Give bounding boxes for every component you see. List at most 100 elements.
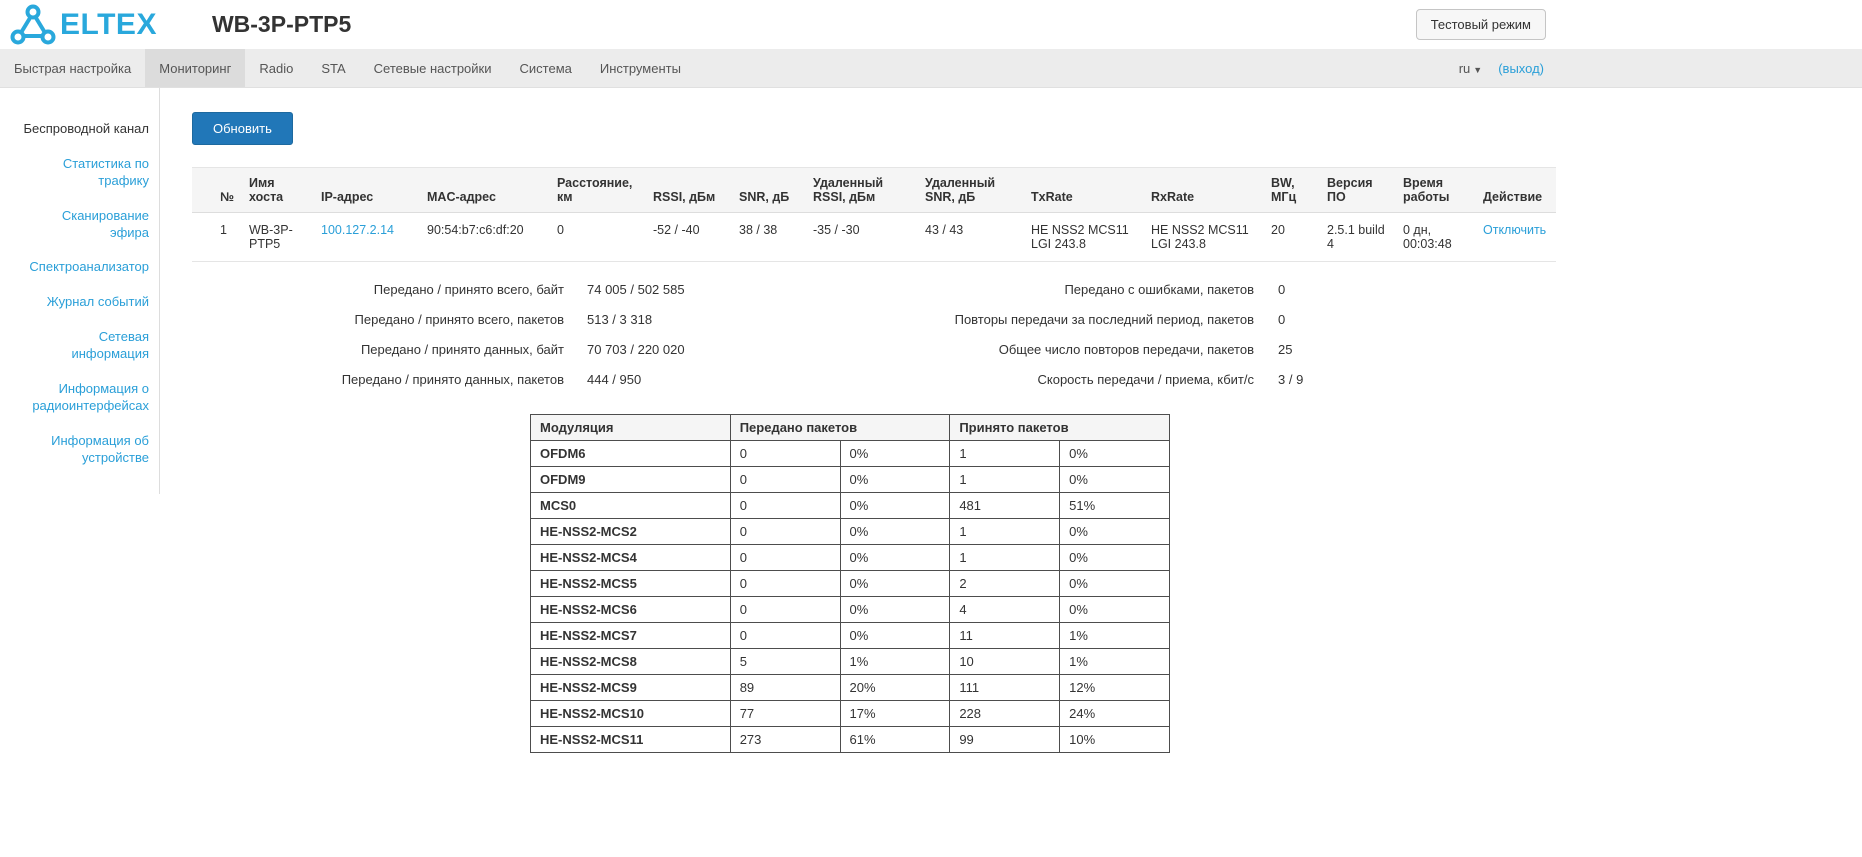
mod-tx: 0 xyxy=(730,571,840,597)
table-row: HE-NSS2-MCS11 273 61% 99 10% xyxy=(531,727,1170,753)
eltex-logo: ELTEX xyxy=(10,4,157,46)
mod-rx: 99 xyxy=(950,727,1060,753)
mod-tx-pct: 17% xyxy=(840,701,950,727)
col-header-remote-snr: Удаленный SNR, дБ xyxy=(918,168,1024,213)
mod-tx-pct: 61% xyxy=(840,727,950,753)
nav-item-monitoring[interactable]: Мониторинг xyxy=(145,49,245,87)
sidebar-item-device-info[interactable]: Информация об устройстве xyxy=(0,424,159,476)
stat-value: 444 / 950 xyxy=(564,372,850,387)
col-header-snr: SNR, дБ xyxy=(732,168,806,213)
nav-item-radio[interactable]: Radio xyxy=(245,49,307,87)
mod-tx-pct: 0% xyxy=(840,597,950,623)
stat-value: 74 005 / 502 585 xyxy=(564,282,850,297)
language-selector[interactable]: ru▼ xyxy=(1459,61,1482,76)
mod-tx: 0 xyxy=(730,467,840,493)
sidebar-item-spectrum-analyzer[interactable]: Спектроанализатор xyxy=(0,250,159,285)
mod-rx-pct: 10% xyxy=(1060,727,1170,753)
mod-rx: 2 xyxy=(950,571,1060,597)
col-header-uptime: Время работы xyxy=(1396,168,1476,213)
mod-rx: 4 xyxy=(950,597,1060,623)
table-row: HE-NSS2-MCS7 0 0% 11 1% xyxy=(531,623,1170,649)
stat-total-packets: Передано / принято всего, пакетов 513 / … xyxy=(192,312,850,327)
mod-tx-pct: 0% xyxy=(840,545,950,571)
logo-text: ELTEX xyxy=(60,8,157,42)
col-header-rxrate: RxRate xyxy=(1144,168,1264,213)
mod-rx-pct: 24% xyxy=(1060,701,1170,727)
stat-value: 0 xyxy=(1254,312,1508,327)
stat-label: Скорость передачи / приема, кбит/с xyxy=(850,372,1254,387)
mod-tx-pct: 20% xyxy=(840,675,950,701)
mod-tx: 89 xyxy=(730,675,840,701)
table-row: OFDM6 0 0% 1 0% xyxy=(531,441,1170,467)
cell-action: Отключить xyxy=(1476,213,1556,262)
col-header-distance: Расстояние, км xyxy=(550,168,646,213)
link-table-row: 1 WB-3P-PTP5 100.127.2.14 90:54:b7:c6:df… xyxy=(192,213,1556,262)
traffic-stats-right: Передано с ошибками, пакетов 0 Повторы п… xyxy=(850,282,1508,402)
mod-tx: 0 xyxy=(730,623,840,649)
modulation-table-body: OFDM6 0 0% 1 0% OFDM9 0 0% 1 0% MCS0 0 0… xyxy=(531,441,1170,753)
col-header-hostname: Имя хоста xyxy=(242,168,314,213)
mod-tx-pct: 0% xyxy=(840,493,950,519)
mod-col-header-tx: Передано пакетов xyxy=(730,415,950,441)
mod-name: HE-NSS2-MCS8 xyxy=(531,649,731,675)
header: ELTEX WB-3P-PTP5 Тестовый режим xyxy=(0,0,1862,49)
eltex-logo-icon xyxy=(10,4,56,46)
col-header-num: № xyxy=(192,168,242,213)
mod-tx: 77 xyxy=(730,701,840,727)
mod-name: HE-NSS2-MCS11 xyxy=(531,727,731,753)
content-area: Беспроводной канал Статистика по трафику… xyxy=(0,88,1556,793)
mod-rx: 1 xyxy=(950,545,1060,571)
sidebar-item-network-info[interactable]: Сетевая информация xyxy=(0,320,159,372)
mod-tx: 0 xyxy=(730,519,840,545)
table-row: MCS0 0 0% 481 51% xyxy=(531,493,1170,519)
stat-value: 0 xyxy=(1254,282,1508,297)
stat-total-retries: Общее число повторов передачи, пакетов 2… xyxy=(850,342,1508,357)
modulation-header-row: Модуляция Передано пакетов Принято пакет… xyxy=(531,415,1170,441)
table-row: HE-NSS2-MCS4 0 0% 1 0% xyxy=(531,545,1170,571)
wireless-link-table: № Имя хоста IP-адрес MAC-адрес Расстояни… xyxy=(192,167,1556,262)
logout-link[interactable]: (выход) xyxy=(1498,61,1544,76)
mod-tx-pct: 0% xyxy=(840,571,950,597)
sidebar: Беспроводной канал Статистика по трафику… xyxy=(0,88,160,494)
nav-item-quick-setup[interactable]: Быстрая настройка xyxy=(0,49,145,87)
cell-fw-version: 2.5.1 build 4 xyxy=(1320,213,1396,262)
page-title: WB-3P-PTP5 xyxy=(212,11,351,38)
nav-item-tools[interactable]: Инструменты xyxy=(586,49,695,87)
ip-address-link[interactable]: 100.127.2.14 xyxy=(321,223,394,237)
mod-col-header-rx: Принято пакетов xyxy=(950,415,1170,441)
mod-name: HE-NSS2-MCS5 xyxy=(531,571,731,597)
stat-label: Передано / принято всего, пакетов xyxy=(192,312,564,327)
sidebar-item-air-scan[interactable]: Сканирование эфира xyxy=(0,199,159,251)
cell-remote-rssi: -35 / -30 xyxy=(806,213,918,262)
nav-item-sta[interactable]: STA xyxy=(307,49,359,87)
table-row: OFDM9 0 0% 1 0% xyxy=(531,467,1170,493)
mod-tx-pct: 0% xyxy=(840,441,950,467)
nav-item-network-settings[interactable]: Сетевые настройки xyxy=(360,49,506,87)
mod-tx: 5 xyxy=(730,649,840,675)
cell-hostname: WB-3P-PTP5 xyxy=(242,213,314,262)
nav-item-system[interactable]: Система xyxy=(506,49,586,87)
mod-name: HE-NSS2-MCS10 xyxy=(531,701,731,727)
mod-tx-pct: 0% xyxy=(840,623,950,649)
table-row: HE-NSS2-MCS8 5 1% 10 1% xyxy=(531,649,1170,675)
refresh-button[interactable]: Обновить xyxy=(192,112,293,145)
disconnect-link[interactable]: Отключить xyxy=(1483,223,1546,237)
cell-rxrate: HE NSS2 MCS11 LGI 243.8 xyxy=(1144,213,1264,262)
test-mode-button[interactable]: Тестовый режим xyxy=(1416,9,1546,40)
sidebar-item-event-log[interactable]: Журнал событий xyxy=(0,285,159,320)
table-row: HE-NSS2-MCS2 0 0% 1 0% xyxy=(531,519,1170,545)
mod-rx-pct: 12% xyxy=(1060,675,1170,701)
col-header-txrate: TxRate xyxy=(1024,168,1144,213)
mod-rx-pct: 1% xyxy=(1060,623,1170,649)
stat-label: Передано / принято данных, байт xyxy=(192,342,564,357)
cell-uptime: 0 дн, 00:03:48 xyxy=(1396,213,1476,262)
mod-rx: 111 xyxy=(950,675,1060,701)
col-header-fw-version: Версия ПО xyxy=(1320,168,1396,213)
sidebar-item-radio-interfaces-info[interactable]: Информация о радиоинтерфейсах xyxy=(0,372,159,424)
table-row: HE-NSS2-MCS10 77 17% 228 24% xyxy=(531,701,1170,727)
cell-txrate: HE NSS2 MCS11 LGI 243.8 xyxy=(1024,213,1144,262)
sidebar-item-traffic-stats[interactable]: Статистика по трафику xyxy=(0,147,159,199)
sidebar-item-wireless-channel[interactable]: Беспроводной канал xyxy=(0,112,159,147)
cell-mac: 90:54:b7:c6:df:20 xyxy=(420,213,550,262)
mod-rx: 228 xyxy=(950,701,1060,727)
